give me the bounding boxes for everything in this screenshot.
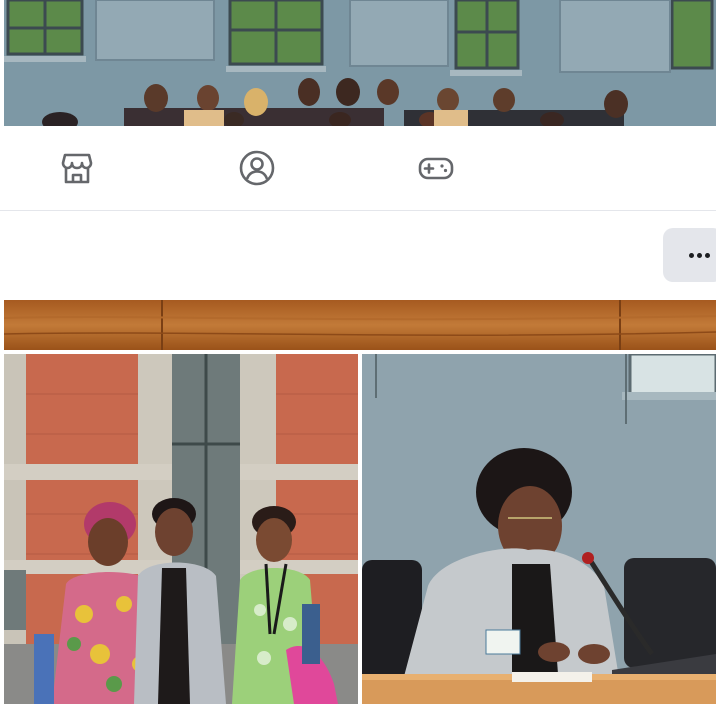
gaming-tab[interactable] bbox=[414, 146, 458, 190]
woman-at-desk-photo[interactable] bbox=[362, 354, 716, 704]
feed-view bbox=[0, 0, 716, 704]
profile-icon bbox=[238, 149, 276, 187]
wood-panel-photo[interactable] bbox=[4, 300, 716, 350]
three-women-photo[interactable] bbox=[4, 354, 358, 704]
more-options-button[interactable] bbox=[663, 228, 716, 282]
post-header bbox=[0, 211, 716, 299]
marketplace-tab[interactable] bbox=[55, 146, 99, 190]
nav-bar bbox=[0, 126, 716, 211]
profile-tab[interactable] bbox=[235, 146, 279, 190]
marketplace-icon bbox=[59, 150, 95, 186]
gaming-icon bbox=[417, 149, 455, 187]
group-photo[interactable] bbox=[4, 0, 716, 126]
more-dots-icon bbox=[689, 252, 710, 258]
